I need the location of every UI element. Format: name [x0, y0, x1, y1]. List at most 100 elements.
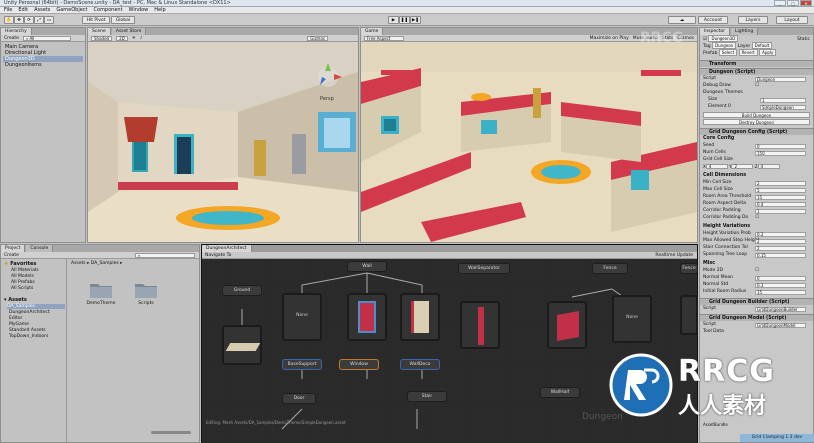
cloud-icon[interactable]: ☁	[668, 16, 696, 24]
global-toggle[interactable]: Global	[111, 16, 135, 24]
node-ground[interactable]: Ground	[222, 285, 262, 296]
size-field[interactable]: 1	[760, 98, 806, 103]
tab-scene[interactable]: Scene	[88, 28, 111, 35]
pivot-toggle[interactable]: Hit Pivot	[82, 16, 110, 24]
height-prob-field[interactable]: 0.2	[755, 232, 806, 237]
tab-lighting[interactable]: Lighting	[731, 28, 759, 35]
realtime-update-toggle[interactable]: Realtime Update	[655, 253, 693, 258]
layout-dropdown[interactable]: Layout	[776, 16, 808, 24]
grid-config-header[interactable]: Grid Dungeon Config (Script)	[700, 128, 813, 135]
node-fence-2[interactable]: Fence	[680, 263, 698, 274]
corridor-pad-field[interactable]: 1	[755, 209, 806, 214]
node-separator-mesh[interactable]	[460, 301, 500, 349]
node-door[interactable]: Door	[282, 393, 316, 404]
model-script-field[interactable]: GridDungeonModel	[755, 323, 806, 328]
hierarchy-item[interactable]: DungeonItems	[5, 62, 42, 68]
node-ground-mesh[interactable]	[222, 325, 262, 365]
maximize-on-play-toggle[interactable]: Maximize on Play	[590, 36, 629, 41]
asset-folder[interactable]: MyGame	[9, 322, 29, 327]
mode2d-checkbox[interactable]: ☐	[755, 268, 759, 274]
hierarchy-create-button[interactable]: Create	[4, 36, 19, 41]
node-fence-mesh[interactable]	[547, 301, 587, 349]
build-dungeon-button[interactable]: Build Dungeon	[703, 112, 810, 118]
close-button[interactable]: ✕	[800, 0, 812, 6]
scale-tool-button[interactable]: ⤢	[34, 16, 44, 24]
grid-builder-header[interactable]: Grid Dungeon Builder (Script)	[700, 298, 813, 305]
node-none-1[interactable]: None	[282, 293, 322, 341]
asset-folder[interactable]: DungeonArchitect	[9, 310, 50, 315]
numcells-field[interactable]: 150	[755, 151, 806, 156]
min-cell-field[interactable]: 2	[755, 181, 806, 186]
project-breadcrumb[interactable]: Assets ▸ DA_Samples ▸	[71, 261, 122, 266]
layer-dropdown[interactable]: Default	[751, 42, 773, 49]
transform-header[interactable]: Transform	[700, 60, 813, 67]
node-base-support[interactable]: BaseSupport	[282, 359, 322, 370]
favorite-item[interactable]: All Scripts	[11, 286, 33, 291]
favorites-header[interactable]: ★ Favorites	[4, 261, 36, 267]
2d-toggle[interactable]: 2D	[116, 35, 128, 41]
spanning-field[interactable]: 0.15	[755, 253, 806, 258]
navigate-to-button[interactable]: Navigate To	[205, 253, 231, 258]
asset-folder[interactable]: TopDown_Indoors	[9, 334, 48, 339]
tab-project[interactable]: Project	[1, 245, 26, 252]
node-partial[interactable]	[680, 295, 698, 335]
menu-assets[interactable]: Assets	[34, 7, 50, 13]
builder-script-field[interactable]: GridDungeonBuilder	[755, 307, 806, 312]
step-button[interactable]: ▶❚	[410, 16, 421, 24]
folder-icon[interactable]	[134, 281, 158, 299]
rotate-tool-button[interactable]: ⟳	[24, 16, 34, 24]
grid-y-field[interactable]: 2	[731, 164, 754, 169]
object-name-field[interactable]: Dungeon3D	[708, 35, 739, 42]
grid-x-field[interactable]: 4	[705, 164, 728, 169]
favorite-item[interactable]: All Materials	[11, 268, 39, 273]
prefab-select-button[interactable]: Select	[718, 49, 738, 56]
asset-folder[interactable]: Editor	[9, 316, 22, 321]
node-window-mesh[interactable]	[347, 293, 387, 341]
node-walldeco-mesh[interactable]	[400, 293, 440, 341]
pause-button[interactable]: ❚❚	[399, 16, 410, 24]
normal-std-field[interactable]: 0.3	[755, 283, 806, 288]
rect-tool-button[interactable]: ▭	[44, 16, 54, 24]
destroy-dungeon-button[interactable]: Destroy Dungeon	[703, 119, 810, 125]
tab-hierarchy[interactable]: Hierarchy	[1, 28, 32, 35]
minimize-button[interactable]: _	[774, 0, 786, 6]
account-dropdown[interactable]: Account	[698, 16, 728, 24]
project-search-input[interactable]: ⌕	[135, 252, 195, 258]
node-wall[interactable]: Wall	[347, 261, 387, 272]
folder-icon[interactable]	[89, 281, 113, 299]
menu-help[interactable]: Help	[154, 7, 165, 13]
node-wall-separator[interactable]: WallSeparator	[458, 263, 510, 274]
tag-dropdown[interactable]: Dungeon	[712, 42, 737, 49]
menu-component[interactable]: Component	[94, 7, 123, 13]
script-field[interactable]: Dungeon	[755, 77, 806, 82]
favorite-item[interactable]: All Prefabs	[11, 280, 35, 285]
tab-console[interactable]: Console	[26, 245, 54, 252]
tab-inspector[interactable]: Inspector	[700, 28, 730, 35]
room-area-field[interactable]: 15	[755, 195, 806, 200]
asset-folder-selected[interactable]: DA_Samples	[7, 304, 65, 309]
tab-game[interactable]: Game	[361, 28, 384, 35]
file-label[interactable]: Scripts	[130, 301, 162, 306]
dungeon-script-header[interactable]: Dungeon (Script)	[700, 68, 813, 75]
file-label[interactable]: DemoTheme	[85, 301, 117, 306]
max-cell-field[interactable]: 5	[755, 188, 806, 193]
maximize-button[interactable]: □	[787, 0, 799, 6]
assets-header[interactable]: ▾ Assets	[4, 297, 27, 303]
seed-field[interactable]: 0	[755, 144, 806, 149]
node-window[interactable]: Window	[339, 359, 379, 370]
node-none-2[interactable]: None	[612, 295, 652, 343]
favorite-item[interactable]: All Models	[11, 274, 34, 279]
menu-gameobject[interactable]: GameObject	[56, 7, 87, 13]
asset-folder[interactable]: Standard Assets	[9, 328, 46, 333]
node-fence[interactable]: Fence	[592, 263, 628, 274]
menu-edit[interactable]: Edit	[18, 7, 28, 13]
room-aspect-field[interactable]: 0.4	[755, 202, 806, 207]
layers-dropdown[interactable]: Layers	[738, 16, 768, 24]
prefab-revert-button[interactable]: Revert	[738, 49, 758, 56]
icon-size-slider[interactable]	[151, 431, 191, 434]
themes-label[interactable]: Dungeon Themes	[703, 90, 743, 95]
tool-data-label[interactable]: Tool Data	[703, 329, 724, 334]
node-stair[interactable]: Stair	[407, 391, 447, 402]
node-wallhalf[interactable]: WallHalf	[540, 387, 580, 398]
initial-room-field[interactable]: 15	[755, 290, 806, 295]
